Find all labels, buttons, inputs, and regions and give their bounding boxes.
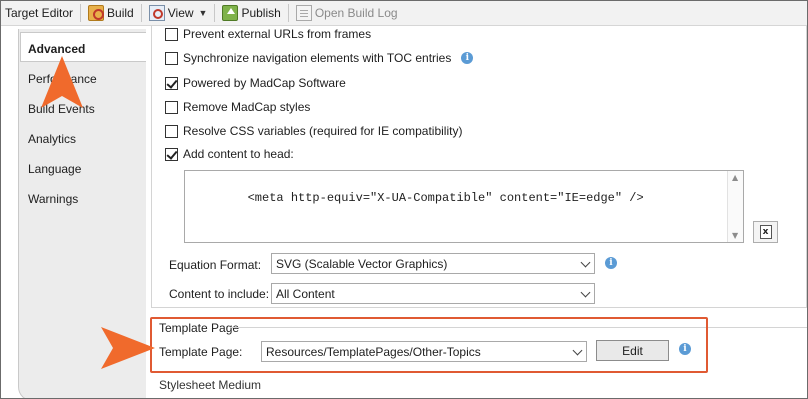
sidebar-item-warnings[interactable]: Warnings: [28, 192, 78, 206]
sidebar-item-language[interactable]: Language: [28, 162, 81, 176]
content-include-label: Content to include:: [169, 287, 270, 301]
sidebar-item-label: Warnings: [28, 192, 79, 206]
prevent-external-urls-checkbox[interactable]: [165, 27, 178, 41]
build-button[interactable]: Build: [84, 1, 138, 26]
sync-navigation-checkbox[interactable]: [165, 51, 178, 65]
build-icon: [88, 5, 105, 21]
sidebar: Advanced Performance Build Events Analyt…: [1, 27, 146, 398]
powered-by-option[interactable]: Powered by MadCap Software: [165, 76, 346, 90]
head-content-text: <meta http-equiv="X-UA-Compatible" conte…: [247, 191, 644, 205]
powered-by-checkbox[interactable]: [165, 76, 178, 90]
template-page-select[interactable]: Resources/TemplatePages/Other-Topics: [261, 341, 587, 362]
equation-format-value: SVG (Scalable Vector Graphics): [276, 256, 448, 271]
toolbar-separator: [287, 4, 289, 22]
sidebar-item-label: Performance: [28, 72, 97, 86]
chevron-down-icon: [580, 287, 591, 298]
add-content-head-option[interactable]: Add content to head:: [165, 147, 294, 161]
publish-button[interactable]: Publish: [218, 1, 284, 26]
equation-format-select[interactable]: SVG (Scalable Vector Graphics): [271, 253, 595, 274]
chevron-down-icon: [572, 345, 583, 356]
sidebar-item-label: Build Events: [28, 102, 95, 116]
remove-madcap-styles-option[interactable]: Remove MadCap styles: [165, 100, 310, 114]
template-page-label: Template Page:: [159, 345, 243, 359]
option-label: Synchronize navigation elements with TOC…: [183, 51, 452, 65]
scrollbar[interactable]: ▲ ▼: [727, 171, 743, 242]
publish-icon: [222, 5, 239, 21]
info-icon[interactable]: i: [461, 52, 474, 64]
chevron-down-icon: [580, 257, 591, 268]
publish-label: Publish: [241, 6, 281, 20]
option-label: Powered by MadCap Software: [183, 76, 346, 90]
toolbar-separator: [214, 4, 216, 22]
content-include-select[interactable]: All Content: [271, 283, 595, 304]
equation-format-label: Equation Format:: [169, 258, 262, 272]
sync-navigation-option[interactable]: Synchronize navigation elements with TOC…: [165, 51, 474, 65]
option-label: Add content to head:: [183, 147, 294, 161]
view-button[interactable]: View ▼: [145, 1, 212, 26]
toolbar: Target Editor Build View ▼ Publish Open …: [1, 1, 807, 26]
main-panel: Prevent external URLs from frames Synchr…: [146, 25, 807, 398]
chevron-down-icon[interactable]: ▼: [199, 8, 208, 18]
build-label: Build: [107, 6, 134, 20]
edit-label: Edit: [622, 343, 643, 358]
view-icon: [148, 5, 165, 21]
prevent-external-urls-option[interactable]: Prevent external URLs from frames: [165, 27, 371, 41]
toolbar-separator: [140, 4, 142, 22]
clear-document-icon: x: [759, 225, 772, 239]
template-page-value: Resources/TemplatePages/Other-Topics: [266, 344, 481, 359]
scroll-down-icon[interactable]: ▼: [732, 231, 738, 240]
scroll-up-icon[interactable]: ▲: [732, 173, 738, 182]
open-build-log-label: Open Build Log: [314, 6, 398, 20]
target-editor-tab[interactable]: Target Editor: [1, 1, 77, 26]
view-label: View: [167, 6, 194, 20]
option-label: Remove MadCap styles: [183, 100, 311, 114]
resolve-css-option[interactable]: Resolve CSS variables (required for IE c…: [165, 124, 462, 138]
sidebar-item-label: Advanced: [28, 42, 86, 56]
target-editor-label: Target Editor: [5, 6, 74, 20]
sidebar-item-analytics[interactable]: Analytics: [28, 132, 76, 146]
toolbar-separator: [80, 4, 82, 22]
remove-madcap-styles-checkbox[interactable]: [165, 100, 178, 114]
group-divider: [230, 327, 807, 328]
head-content-textarea[interactable]: <meta http-equiv="X-UA-Compatible" conte…: [184, 170, 744, 243]
sidebar-item-build-events[interactable]: Build Events: [28, 102, 95, 116]
sidebar-item-label: Analytics: [28, 132, 77, 146]
content-include-value: All Content: [276, 286, 335, 301]
clear-content-button[interactable]: x: [753, 221, 778, 243]
window: Target Editor Build View ▼ Publish Open …: [0, 0, 808, 399]
sidebar-item-performance[interactable]: Performance: [28, 72, 97, 86]
template-page-group-title: Template Page: [159, 321, 240, 335]
log-icon: [295, 5, 312, 21]
add-content-head-checkbox[interactable]: [165, 147, 178, 161]
sidebar-item-label: Language: [28, 162, 82, 176]
edit-button[interactable]: Edit: [596, 340, 669, 361]
advanced-options-box: Prevent external URLs from frames Synchr…: [151, 25, 807, 308]
stylesheet-medium-group-title: Stylesheet Medium: [159, 378, 262, 392]
open-build-log-button[interactable]: Open Build Log: [292, 1, 402, 26]
info-icon[interactable]: i: [605, 257, 617, 269]
info-icon[interactable]: i: [679, 343, 691, 355]
sidebar-item-advanced[interactable]: Advanced: [20, 32, 146, 62]
option-label: Resolve CSS variables (required for IE c…: [183, 124, 463, 138]
option-label: Prevent external URLs from frames: [183, 27, 372, 41]
resolve-css-checkbox[interactable]: [165, 124, 178, 138]
